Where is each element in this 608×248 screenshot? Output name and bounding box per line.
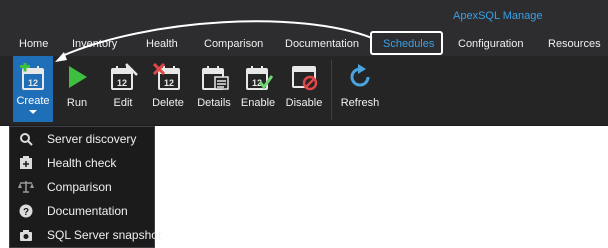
menu-item-server-discovery[interactable]: Server discovery (10, 127, 154, 151)
disable-button[interactable]: Disable (285, 56, 323, 122)
details-label: Details (197, 97, 231, 109)
play-icon (61, 61, 93, 93)
refresh-icon (344, 61, 376, 93)
app-window: ApexSQL Manage Home Inventory Health Com… (0, 0, 608, 248)
delete-label: Delete (152, 97, 184, 109)
calendar-day: 12 (164, 78, 174, 88)
calendar-disable-icon (288, 61, 320, 93)
enable-button[interactable]: 12 Enable (241, 56, 275, 122)
tab-comparison[interactable]: Comparison (204, 38, 263, 50)
tab-configuration[interactable]: Configuration (458, 38, 523, 50)
schedules-tab-highlight (370, 31, 443, 55)
menu-item-label: Comparison (47, 180, 112, 194)
search-icon (18, 131, 34, 147)
menu-item-sql-server-snapshot[interactable]: SQL Server snapshot (10, 223, 161, 247)
health-icon (18, 155, 34, 171)
delete-button[interactable]: 12 Delete (151, 56, 185, 122)
tab-inventory[interactable]: Inventory (72, 38, 117, 50)
run-label: Run (66, 97, 88, 109)
menu-item-comparison[interactable]: Comparison (10, 175, 154, 199)
calendar-edit-icon: 12 (107, 61, 139, 93)
tab-health[interactable]: Health (146, 38, 178, 50)
tab-documentation[interactable]: Documentation (285, 38, 359, 50)
calendar-details-icon (198, 61, 230, 93)
menu-item-label: SQL Server snapshot (47, 228, 162, 242)
create-label: Create (16, 95, 50, 107)
edit-label: Edit (113, 97, 133, 109)
calendar-add-icon: 12 (19, 61, 47, 93)
menu-item-label: Server discovery (47, 132, 137, 146)
app-title: ApexSQL Manage (453, 10, 543, 22)
enable-label: Enable (240, 97, 276, 109)
calendar-delete-icon: 12 (152, 61, 184, 93)
refresh-label: Refresh (340, 97, 380, 109)
create-dropdown-menu: Server discovery Health check Comparison… (9, 126, 161, 248)
svg-text:?: ? (23, 207, 29, 218)
schedules-ribbon: 12 Create Run 12 Edit 12 Delete Details … (0, 56, 608, 126)
calendar-day: 12 (28, 78, 38, 88)
scale-icon (18, 179, 34, 195)
ribbon-separator (331, 60, 332, 120)
create-button[interactable]: 12 Create (13, 56, 53, 122)
snapshot-icon (18, 227, 34, 243)
tab-home[interactable]: Home (19, 38, 48, 50)
title-bar: ApexSQL Manage (0, 0, 608, 34)
details-button[interactable]: Details (196, 56, 232, 122)
calendar-enable-icon: 12 (242, 61, 274, 93)
calendar-day: 12 (117, 78, 127, 88)
menu-item-health-check[interactable]: Health check (10, 151, 154, 175)
menu-item-label: Health check (47, 156, 117, 170)
edit-button[interactable]: 12 Edit (108, 56, 138, 122)
run-button[interactable]: Run (62, 56, 92, 122)
menu-item-documentation[interactable]: ? Documentation (10, 199, 154, 223)
chevron-down-icon (29, 110, 37, 114)
refresh-button[interactable]: Refresh (338, 56, 382, 122)
ribbon-tab-bar: Home Inventory Health Comparison Documen… (0, 34, 608, 56)
disable-label: Disable (285, 97, 323, 109)
tab-resources[interactable]: Resources (548, 38, 601, 50)
question-icon: ? (18, 203, 34, 219)
menu-item-label: Documentation (47, 204, 128, 218)
